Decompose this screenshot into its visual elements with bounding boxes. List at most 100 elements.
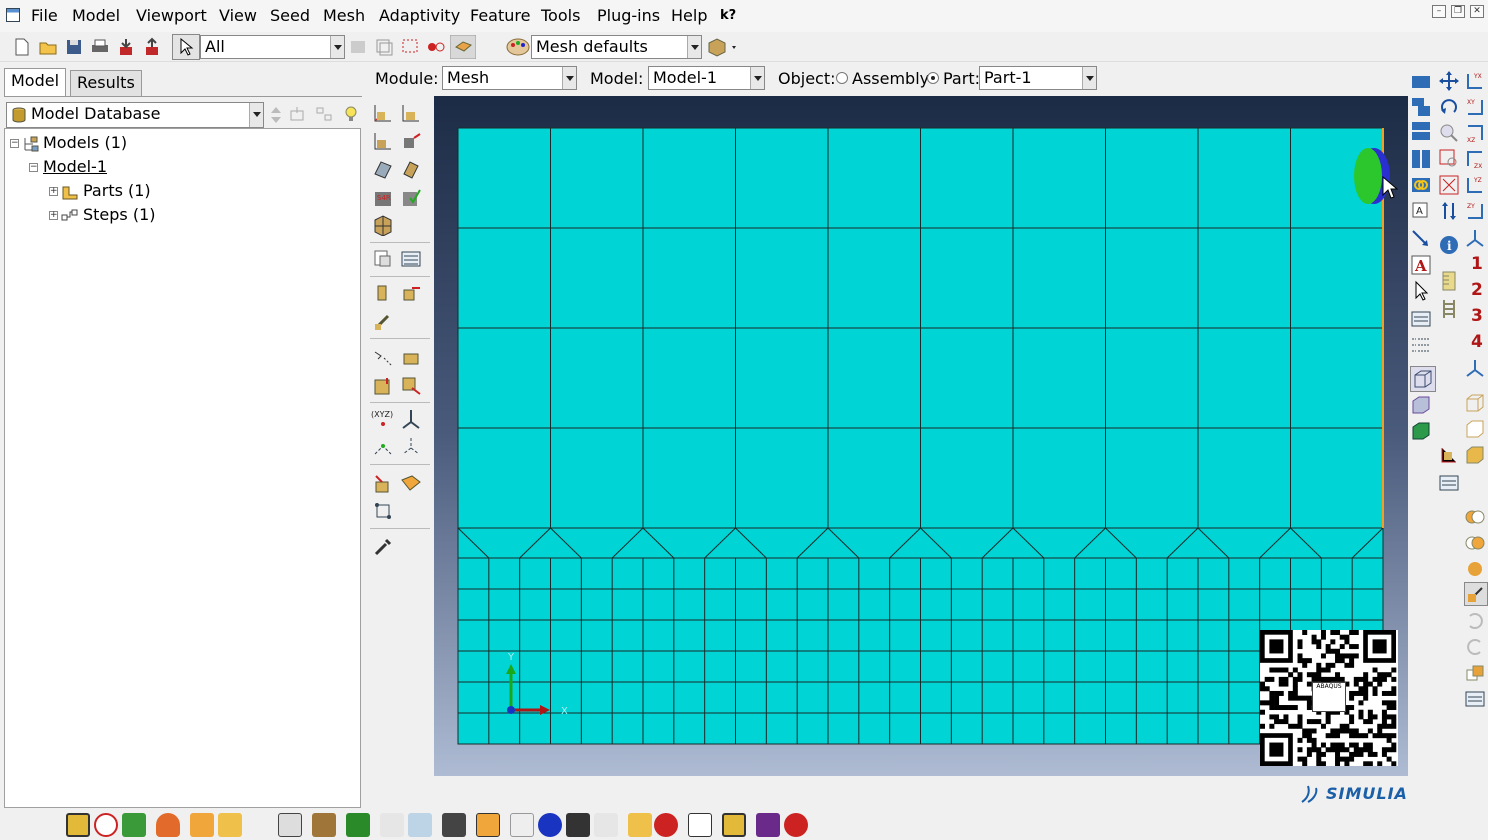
plugin-gui-icon[interactable] [218, 813, 242, 837]
expand-icon[interactable]: + [49, 187, 58, 196]
chevron-down-icon[interactable] [330, 36, 344, 58]
view-front-icon[interactable]: YX [1464, 70, 1486, 92]
combine-faces-icon[interactable] [400, 346, 422, 368]
delete-edge-seeds-icon[interactable] [400, 130, 422, 152]
tools-icon[interactable] [372, 536, 394, 558]
mesh-controls-icon[interactable] [372, 158, 394, 180]
mesh-part-icon[interactable] [372, 214, 394, 236]
import-icon[interactable] [116, 37, 136, 57]
plugin-house-icon[interactable] [380, 813, 404, 837]
plugin-layers-icon[interactable] [278, 813, 302, 837]
expand-icon[interactable]: + [49, 211, 58, 220]
zoom-box-icon[interactable] [1438, 148, 1460, 170]
select-region-icon[interactable] [374, 37, 394, 57]
tree-models[interactable]: Models (1) [43, 133, 127, 152]
render-box-hidden-icon[interactable] [1464, 418, 1486, 440]
plugin-1-icon[interactable] [66, 813, 90, 837]
plugin-flame-icon[interactable] [156, 813, 180, 837]
plugin-g2-icon[interactable] [784, 813, 808, 837]
plugin-plus-icon[interactable] [538, 813, 562, 837]
replace-icon[interactable] [1464, 662, 1486, 684]
user-view-1[interactable]: 1 [1471, 254, 1483, 274]
menu-file[interactable]: File [31, 6, 58, 25]
viewport-cascade-icon[interactable] [1410, 96, 1432, 118]
new-file-icon[interactable] [12, 37, 32, 57]
link-viewports-icon[interactable] [1410, 174, 1432, 196]
render-wireframe-button[interactable] [1410, 366, 1436, 392]
tree-parent-icon[interactable] [290, 106, 306, 122]
view-bottom-icon[interactable]: ZX [1464, 148, 1486, 170]
chevron-down-icon[interactable] [750, 67, 764, 89]
tab-model[interactable]: Model [4, 68, 67, 96]
selection-filter-select[interactable]: All [200, 35, 345, 59]
menu-adaptivity[interactable]: Adaptivity [379, 6, 460, 25]
open-folder-icon[interactable] [38, 37, 58, 57]
repair-icon[interactable] [372, 374, 394, 396]
rubber-band-icon[interactable] [400, 37, 420, 57]
seed-edges-icon[interactable] [400, 102, 422, 124]
view-right-icon[interactable]: ZY [1464, 200, 1486, 222]
plugin-diamond-icon[interactable] [722, 813, 746, 837]
partition-face-icon[interactable] [372, 282, 394, 304]
datum-axis-icon[interactable] [400, 408, 422, 430]
chevron-down-icon[interactable] [562, 67, 576, 89]
close-icon[interactable]: ✕ [1470, 5, 1484, 18]
part-select[interactable]: Part-1 [979, 66, 1097, 90]
list-icon[interactable] [1410, 334, 1432, 356]
element-type-icon[interactable] [400, 158, 422, 180]
transform-icon[interactable] [372, 500, 394, 522]
delete-seeds-icon[interactable] [372, 130, 394, 152]
display-group-manager-icon[interactable] [1464, 688, 1486, 710]
filter-icon[interactable] [348, 37, 368, 57]
chevron-down-icon[interactable] [687, 36, 701, 58]
datum-plane-icon[interactable] [372, 436, 394, 458]
menu-viewport[interactable]: Viewport [136, 6, 207, 25]
mesh-region-icon[interactable] [372, 248, 394, 270]
menu-tools[interactable]: Tools [541, 6, 580, 25]
view-back-icon[interactable]: XY [1464, 96, 1486, 118]
view-axes-icon[interactable] [1464, 358, 1486, 380]
model-database-select[interactable]: Model Database [6, 102, 264, 128]
view-top-icon[interactable]: XZ [1464, 122, 1486, 144]
tree-model-1[interactable]: Model-1 [43, 157, 107, 176]
ruler-icon[interactable] [1438, 270, 1460, 292]
user-view-2[interactable]: 2 [1471, 280, 1483, 300]
render-style-icon[interactable] [706, 37, 740, 57]
palette-icon[interactable] [505, 37, 531, 57]
collapse-icon[interactable]: − [10, 139, 19, 148]
tree-steps[interactable]: Steps (1) [83, 205, 156, 224]
menu-view[interactable]: View [219, 6, 257, 25]
part-module-icon[interactable] [1438, 444, 1460, 466]
plugin-mc-icon[interactable] [628, 813, 652, 837]
app-icon[interactable] [6, 8, 20, 22]
calculator-icon[interactable] [688, 813, 712, 837]
tree-parts[interactable]: Parts (1) [83, 181, 151, 200]
partition-cell-icon[interactable] [372, 310, 394, 332]
mesh-stats-icon[interactable] [400, 248, 422, 270]
bottom-up-mesh-icon[interactable] [372, 472, 394, 494]
hidden-line-icon[interactable] [1410, 394, 1432, 416]
shaded-icon[interactable] [1410, 420, 1432, 442]
selection-options-icon[interactable] [450, 35, 476, 59]
cycle-views-icon[interactable] [1438, 200, 1460, 222]
save-icon[interactable] [64, 37, 84, 57]
plugin-2-icon[interactable] [94, 813, 118, 837]
seed-part-icon[interactable] [372, 102, 394, 124]
annotation-manager-icon[interactable] [1410, 308, 1432, 330]
text-annotation-icon[interactable]: A [1410, 254, 1432, 276]
union-circles-icon[interactable] [1464, 532, 1486, 554]
user-view-4[interactable]: 4 [1471, 332, 1483, 352]
arrow-annotation-icon[interactable] [1410, 228, 1432, 250]
viewport-tile-vertical-icon[interactable] [1410, 148, 1432, 170]
plugin-check-icon[interactable] [594, 813, 618, 837]
plugin-grad-icon[interactable] [442, 813, 466, 837]
plugin-arrow-icon[interactable] [476, 813, 500, 837]
plugin-hand-icon[interactable] [190, 813, 214, 837]
viewport-single-icon[interactable] [1410, 70, 1432, 92]
display-group-button[interactable] [1464, 582, 1488, 606]
menu-mesh[interactable]: Mesh [323, 6, 365, 25]
pan-icon[interactable] [1438, 70, 1460, 92]
export-icon[interactable] [142, 37, 162, 57]
lightbulb-icon[interactable] [343, 104, 359, 124]
select-tool-button[interactable] [172, 34, 200, 60]
